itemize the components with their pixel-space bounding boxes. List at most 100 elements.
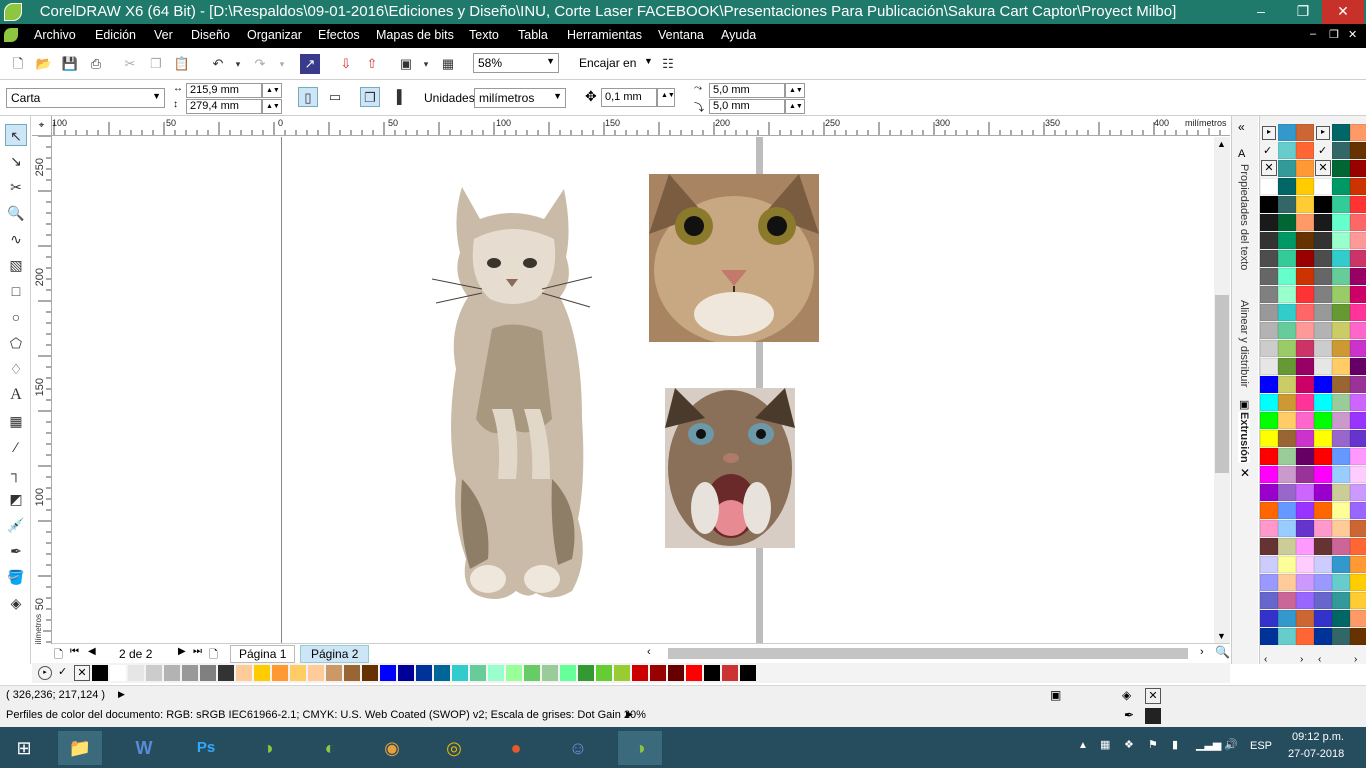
- color-swatch[interactable]: [1350, 124, 1366, 141]
- nudge-spinner[interactable]: ▲▼: [657, 88, 675, 107]
- color-swatch[interactable]: [1350, 232, 1366, 249]
- color-swatch[interactable]: [290, 665, 306, 681]
- color-swatch[interactable]: [1314, 520, 1332, 537]
- color-swatch[interactable]: [1332, 232, 1350, 249]
- color-swatch[interactable]: [1296, 340, 1314, 357]
- color-swatch[interactable]: [1314, 340, 1332, 357]
- color-swatch[interactable]: [1332, 430, 1350, 447]
- color-swatch[interactable]: [614, 665, 630, 681]
- color-swatch[interactable]: [92, 665, 108, 681]
- options-icon[interactable]: ☷: [658, 54, 678, 74]
- tray-expand-icon[interactable]: ▲: [1078, 740, 1088, 751]
- color-swatch[interactable]: [1260, 268, 1278, 285]
- color-swatch[interactable]: [1350, 448, 1366, 465]
- color-swatch[interactable]: [1278, 268, 1296, 285]
- color-swatch[interactable]: [1260, 340, 1278, 357]
- color-swatch[interactable]: [1314, 502, 1332, 519]
- color-swatch[interactable]: [1350, 574, 1366, 591]
- color-swatch[interactable]: [1332, 502, 1350, 519]
- color-swatch[interactable]: [1350, 268, 1366, 285]
- color-swatch[interactable]: [1278, 502, 1296, 519]
- color-swatch[interactable]: [1260, 538, 1278, 555]
- color-swatch[interactable]: [1296, 574, 1314, 591]
- menu-archivo[interactable]: Archivo: [34, 28, 76, 42]
- color-swatch[interactable]: [1260, 322, 1278, 339]
- cut-icon[interactable]: ✂: [120, 54, 140, 74]
- color-swatch[interactable]: [308, 665, 324, 681]
- palette-menu-icon[interactable]: ▸: [1316, 126, 1330, 140]
- color-swatch[interactable]: [1350, 196, 1366, 213]
- menu-edicion[interactable]: Edición: [95, 28, 136, 42]
- horizontal-ruler[interactable]: 100 50 0 50 100 150 200 250 300 350 400 …: [52, 116, 1230, 136]
- color-swatch[interactable]: [1350, 430, 1366, 447]
- menu-mapas-de-bits[interactable]: Mapas de bits: [376, 28, 454, 42]
- color-swatch[interactable]: [362, 665, 378, 681]
- color-swatch[interactable]: [272, 665, 288, 681]
- color-swatch[interactable]: [1278, 304, 1296, 321]
- color-swatch[interactable]: [1332, 610, 1350, 627]
- color-swatch[interactable]: [1296, 160, 1314, 177]
- color-swatch[interactable]: [1296, 628, 1314, 645]
- scroll-left-icon[interactable]: ‹: [647, 646, 651, 658]
- table-tool-icon[interactable]: ▦: [5, 410, 27, 432]
- discord-icon[interactable]: ☺: [556, 731, 600, 765]
- color-swatch[interactable]: [650, 665, 666, 681]
- color-swatch[interactable]: [1278, 610, 1296, 627]
- doc-restore-button[interactable]: ❐: [1329, 28, 1339, 41]
- scroll-up-icon[interactable]: ▲: [1217, 139, 1226, 149]
- menu-ventana[interactable]: Ventana: [658, 28, 704, 42]
- coreldraw-icon[interactable]: ◑: [246, 731, 290, 765]
- copy-icon[interactable]: ❐: [146, 54, 166, 74]
- color-swatch[interactable]: [1260, 610, 1278, 627]
- action-center-icon[interactable]: ⚑: [1148, 738, 1158, 751]
- color-swatch[interactable]: [146, 665, 162, 681]
- color-swatch[interactable]: [1296, 556, 1314, 573]
- paste-icon[interactable]: 📋: [172, 54, 192, 74]
- docker-tab-text-properties[interactable]: Propiedades del texto: [1238, 164, 1250, 270]
- snap-dropdown-icon[interactable]: ▼: [644, 56, 653, 66]
- color-swatch[interactable]: [740, 665, 756, 681]
- color-swatch[interactable]: [596, 665, 612, 681]
- save-icon[interactable]: 💾: [60, 54, 80, 74]
- color-swatch[interactable]: [344, 665, 360, 681]
- launcher-dropdown-icon[interactable]: ▾: [416, 54, 436, 74]
- color-swatch[interactable]: [506, 665, 522, 681]
- color-swatch[interactable]: [1296, 430, 1314, 447]
- color-swatch[interactable]: [1314, 484, 1332, 501]
- color-swatch[interactable]: [1296, 304, 1314, 321]
- clock-time[interactable]: 09:12 p.m.: [1292, 731, 1344, 743]
- color-swatch[interactable]: [1350, 412, 1366, 429]
- nudge-distance-input[interactable]: 0,1 mm: [601, 88, 657, 107]
- color-swatch[interactable]: [1278, 394, 1296, 411]
- coreldraw-active-icon[interactable]: ◑: [618, 731, 662, 765]
- docker-collapse-icon[interactable]: «: [1238, 120, 1245, 134]
- color-swatch[interactable]: [1260, 556, 1278, 573]
- freehand-tool-icon[interactable]: ∿: [5, 228, 27, 250]
- shape-tool-icon[interactable]: ↘: [5, 150, 27, 172]
- color-swatch[interactable]: [1278, 214, 1296, 231]
- color-swatch[interactable]: [1332, 412, 1350, 429]
- color-swatch[interactable]: [1278, 124, 1296, 141]
- color-swatch[interactable]: [1278, 196, 1296, 213]
- menu-ayuda[interactable]: Ayuda: [721, 28, 756, 42]
- color-swatch[interactable]: [1296, 520, 1314, 537]
- color-swatch[interactable]: [1350, 520, 1366, 537]
- color-swatch[interactable]: [182, 665, 198, 681]
- corel-connect-icon[interactable]: ◐: [308, 731, 352, 765]
- color-swatch[interactable]: [1350, 556, 1366, 573]
- interactive-fill-tool-icon[interactable]: ◈: [5, 592, 27, 614]
- color-swatch[interactable]: [1332, 322, 1350, 339]
- color-swatch[interactable]: [578, 665, 594, 681]
- color-swatch[interactable]: [1296, 538, 1314, 555]
- color-swatch[interactable]: [1332, 394, 1350, 411]
- application-launcher-icon[interactable]: ▣: [396, 54, 416, 74]
- color-swatch[interactable]: [1350, 322, 1366, 339]
- color-swatch[interactable]: [1260, 484, 1278, 501]
- color-swatch[interactable]: [1296, 358, 1314, 375]
- color-swatch[interactable]: [1332, 142, 1350, 159]
- color-swatch[interactable]: [470, 665, 486, 681]
- color-swatch[interactable]: [1296, 232, 1314, 249]
- color-swatch[interactable]: [1260, 304, 1278, 321]
- color-swatch[interactable]: [1260, 250, 1278, 267]
- color-swatch[interactable]: [1278, 142, 1296, 159]
